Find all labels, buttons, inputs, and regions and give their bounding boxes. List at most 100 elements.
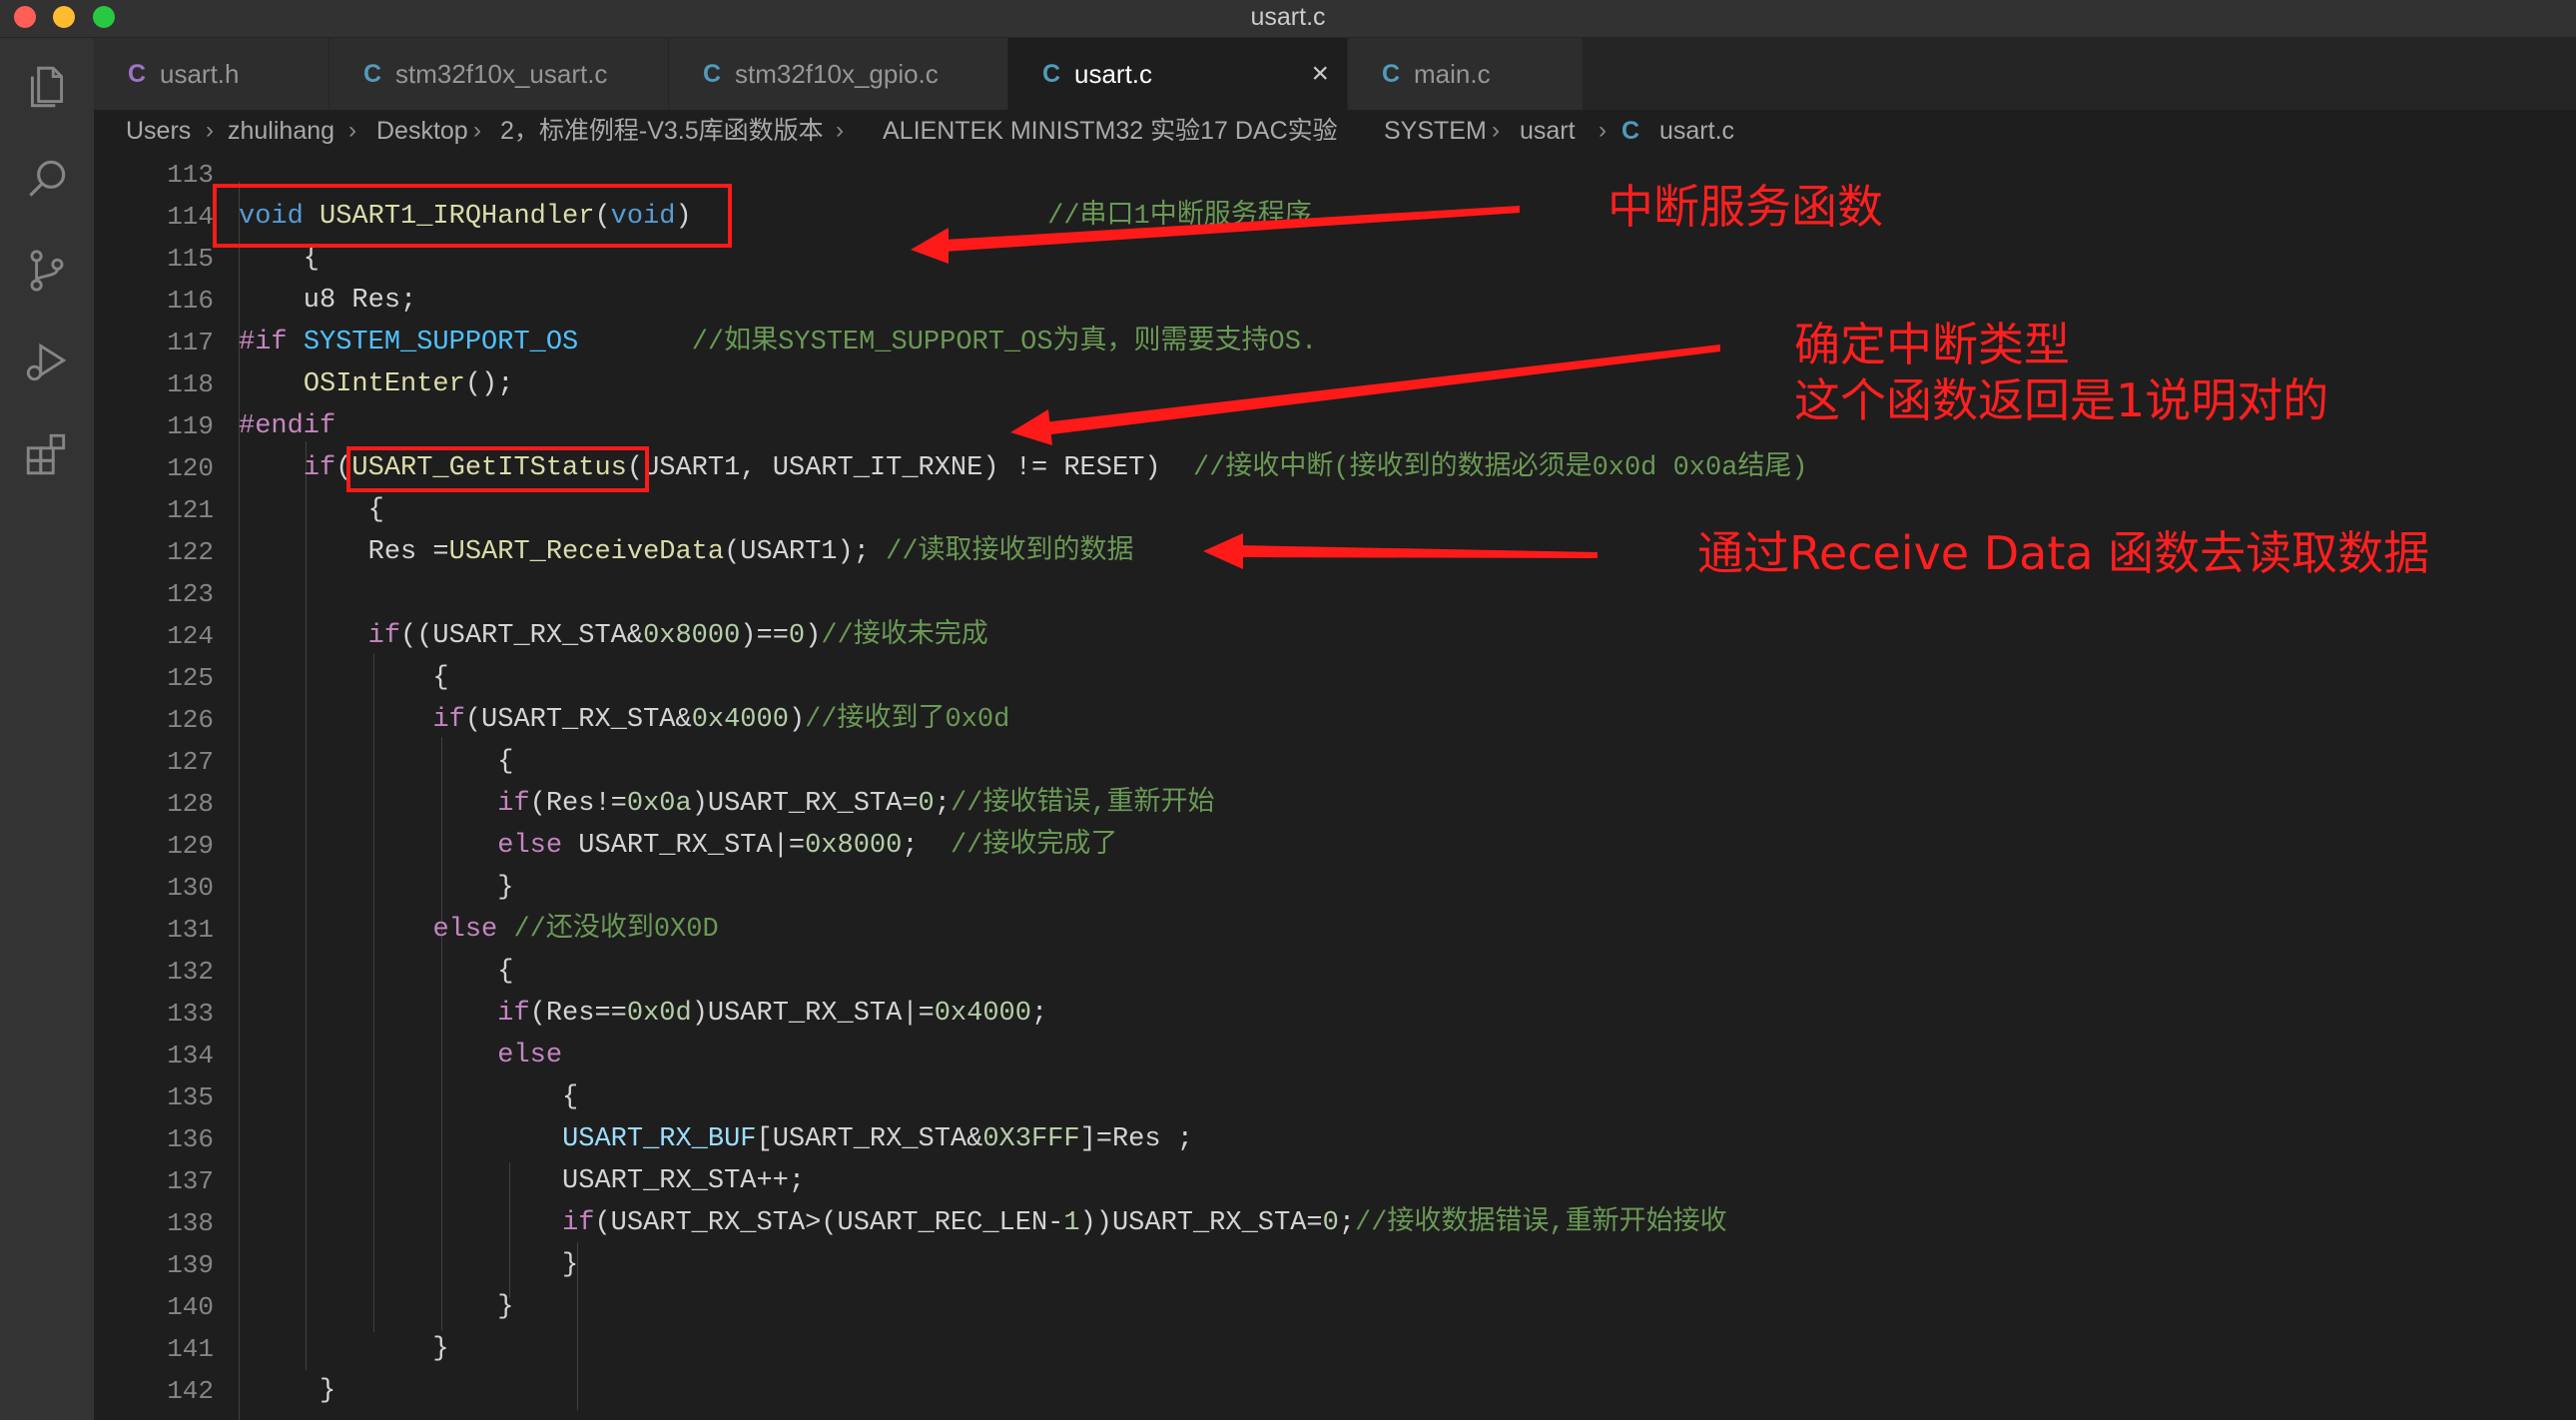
code-token: (USART_RX_STA& [464,705,692,735]
explorer-icon[interactable] [22,62,72,112]
code-token: { [239,663,449,693]
code-token: if [303,453,336,483]
line-number: 131 [167,915,214,945]
code-token: )USART_RX_STA|= [691,999,935,1029]
code-token: if [562,1208,595,1238]
code-line: u8 Res; [239,280,416,322]
code-line: { [239,951,513,993]
chevron-right-icon: › [1324,117,1332,144]
tab-usart-h[interactable]: C usart.h [94,38,329,110]
annotation-type-line2: 这个函数返回是1说明对的 [1794,373,2329,427]
code-line: if(USART_RX_STA>(USART_REC_LEN-1))USART_… [239,1202,1727,1244]
tab-stm32f10x-usart-c[interactable]: C stm32f10x_usart.c [329,38,669,110]
code-token: OSIntEnter [303,369,465,399]
code-token: 0 [788,621,806,651]
chevron-right-icon: › [348,117,356,144]
code-line: } [239,867,513,909]
code-token: ; [934,789,951,819]
chevron-right-icon: › [836,117,844,144]
line-number: 120 [167,453,214,483]
tab-stm32f10x-gpio-c[interactable]: C stm32f10x_gpio.c [669,38,1008,110]
tab-usart-c[interactable]: C usart.c × [1008,38,1348,110]
code-token: Res = [239,537,449,567]
line-number: 125 [167,663,214,693]
code-token: USART_RX_STA++; [239,1166,806,1196]
breadcrumb-item-project[interactable]: ALIENTEK MINISTM32 实验17 DAC实验 [883,110,1338,152]
tab-label: usart.c [1074,59,1153,89]
extensions-icon[interactable] [22,429,72,479]
title-bar: usart.c [0,0,2576,38]
code-token: else [432,915,498,945]
breadcrumb-item-zhulihang[interactable]: zhulihang [228,110,334,152]
breadcrumb-item-desktop[interactable]: Desktop [376,110,468,152]
breadcrumb-item-system[interactable]: SYSTEM [1384,110,1487,152]
breadcrumb-item-folder[interactable]: 2，标准例程-V3.5库函数版本 [500,110,824,152]
code-token: ; [1030,999,1048,1029]
code-token: //接收数据错误,重新开始接收 [1355,1208,1727,1238]
code-line: else [239,1035,562,1076]
run-debug-icon[interactable] [22,338,72,387]
line-number: 135 [167,1082,214,1112]
c-file-icon: C [363,60,382,88]
c-file-icon: C [703,60,722,88]
code-token: if [497,999,530,1029]
breadcrumb-item-users[interactable]: Users [126,110,191,152]
line-number: 121 [167,495,214,525]
code-editor[interactable]: 113 114 void USART1_IRQHandler(void) //串口1… [94,152,2576,1420]
line-number: 134 [167,1041,214,1070]
code-token: { [239,1082,579,1112]
code-token: //串口1中断服务程序 [1047,202,1312,232]
chevron-right-icon: › [1599,117,1607,144]
tab-main-c[interactable]: C main.c [1348,38,1584,110]
code-token: if [367,621,401,651]
code-token: 0x8000 [805,831,903,861]
code-token: )USART_RX_STA= [691,789,919,819]
tab-label: stm32f10x_gpio.c [735,59,939,89]
activity-bar [0,38,94,1420]
code-token: (Res== [529,999,627,1029]
code-token: } [239,1334,449,1364]
line-number: 114 [167,202,214,232]
chevron-right-icon: › [1492,117,1500,144]
code-token: //还没收到0X0D [513,915,719,945]
line-number: 127 [167,747,214,777]
c-file-icon: C [1042,60,1061,88]
close-icon[interactable]: × [1311,38,1329,110]
chevron-right-icon: › [473,117,481,144]
breadcrumb-item-usart[interactable]: usart [1520,110,1576,152]
line-number: 138 [167,1208,214,1238]
tab-label: main.c [1414,59,1491,89]
search-icon[interactable] [22,154,72,204]
code-token: SYSTEM_SUPPORT_OS [303,328,579,357]
code-token: 0X3FFF [982,1124,1080,1154]
code-token: //接收完成了 [950,831,1118,861]
source-control-icon[interactable] [22,246,72,296]
code-line: #endif [239,405,335,447]
code-token: #if [239,328,304,357]
code-token: ))USART_RX_STA= [1079,1208,1323,1238]
code-token: (USART1); [724,537,887,567]
code-line: if(Res==0x0d)USART_RX_STA|=0x4000; [239,993,1047,1035]
annotation-type-line1: 确定中断类型 [1794,318,2070,371]
code-token: (Res!= [529,789,627,819]
line-number: 139 [167,1250,214,1280]
chevron-right-icon: › [206,117,214,144]
line-number: 136 [167,1124,214,1154]
code-line: { [239,657,449,699]
line-number: 141 [167,1334,214,1364]
breadcrumb-item-file[interactable]: usart.c [1659,110,1734,152]
c-file-icon: C [128,60,147,88]
code-token: USART_ReceiveData [448,537,725,567]
code-token: { [239,747,514,777]
code-line: USART_RX_BUF[USART_RX_STA&0X3FFF]=Res ; [239,1118,1193,1160]
code-line: if(Res!=0x0a)USART_RX_STA=0;//接收错误,重新开始 [239,783,1214,825]
code-token: (USART_RX_STA>(USART_REC_LEN- [594,1208,1064,1238]
